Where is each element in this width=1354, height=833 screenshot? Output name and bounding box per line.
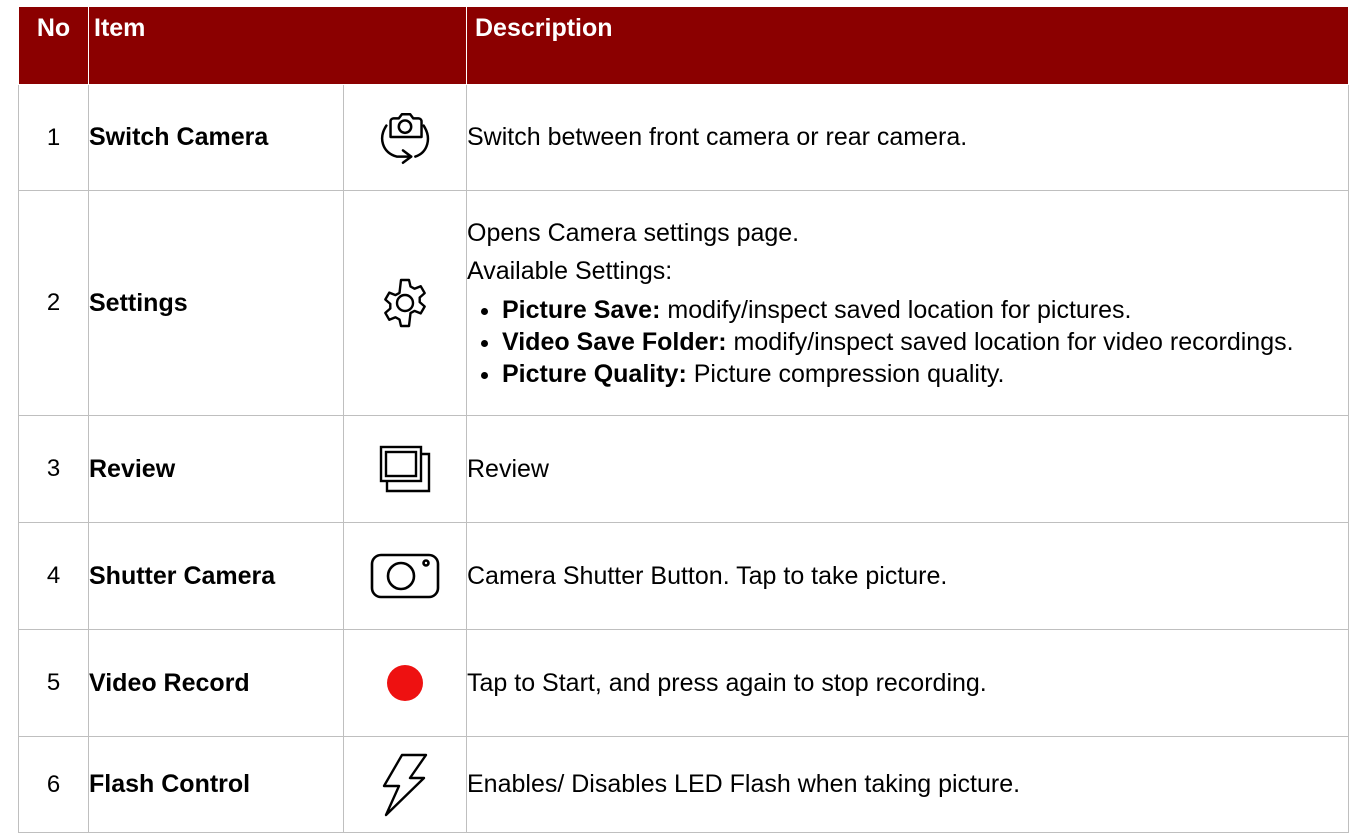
table-row: 2 Settings Opens Camera settings page. A… bbox=[18, 190, 1349, 416]
item-description: Switch between front camera or rear came… bbox=[466, 84, 1349, 191]
item-name: Shutter Camera bbox=[88, 522, 344, 630]
item-name: Settings bbox=[88, 190, 344, 416]
camera-shutter-icon bbox=[370, 553, 440, 599]
item-name: Switch Camera bbox=[88, 84, 344, 191]
gallery-stack-icon bbox=[379, 445, 431, 493]
row-number: 4 bbox=[18, 522, 89, 630]
list-item: Picture Save: modify/inspect saved locat… bbox=[502, 294, 1348, 326]
table-row: 1 Switch Camera Switch between front cam… bbox=[18, 84, 1349, 191]
list-item: Picture Quality: Picture compression qua… bbox=[502, 358, 1348, 390]
item-description: Tap to Start, and press again to stop re… bbox=[466, 629, 1349, 737]
header-item: Item bbox=[88, 6, 467, 85]
description-line: Opens Camera settings page. bbox=[467, 218, 800, 247]
row-number: 1 bbox=[18, 84, 89, 191]
camera-controls-table: No Item Description 1 Switch Camera Swit… bbox=[18, 6, 1349, 833]
item-description: Review bbox=[466, 415, 1349, 523]
item-name: Video Record bbox=[88, 629, 344, 737]
table-header-row: No Item Description bbox=[18, 6, 1349, 85]
table-row: 5 Video Record Tap to Start, and press a… bbox=[18, 629, 1349, 737]
settings-list: Picture Save: modify/inspect saved locat… bbox=[467, 294, 1348, 390]
header-no: No bbox=[18, 6, 89, 85]
item-description: Enables/ Disables LED Flash when taking … bbox=[466, 736, 1349, 833]
row-number: 2 bbox=[18, 190, 89, 416]
switch-camera-icon bbox=[380, 112, 430, 164]
item-name: Flash Control bbox=[88, 736, 344, 833]
table-row: 6 Flash Control Enables/ Disables LED Fl… bbox=[18, 736, 1349, 833]
gear-icon bbox=[384, 278, 426, 328]
row-number: 6 bbox=[18, 736, 89, 833]
table-row: 4 Shutter Camera Camera Shutter Button. … bbox=[18, 522, 1349, 630]
header-description: Description bbox=[466, 6, 1349, 85]
item-name: Review bbox=[88, 415, 344, 523]
list-item: Video Save Folder: modify/inspect saved … bbox=[502, 326, 1348, 358]
table-row: 3 Review Review bbox=[18, 415, 1349, 523]
lightning-icon bbox=[382, 753, 428, 816]
settings-description: Opens Camera settings page. Available Se… bbox=[466, 190, 1349, 416]
description-line: Available Settings: bbox=[467, 257, 673, 285]
row-number: 5 bbox=[18, 629, 89, 737]
row-number: 3 bbox=[18, 415, 89, 523]
item-description: Camera Shutter Button. Tap to take pictu… bbox=[466, 522, 1349, 630]
record-dot-icon bbox=[387, 665, 423, 701]
